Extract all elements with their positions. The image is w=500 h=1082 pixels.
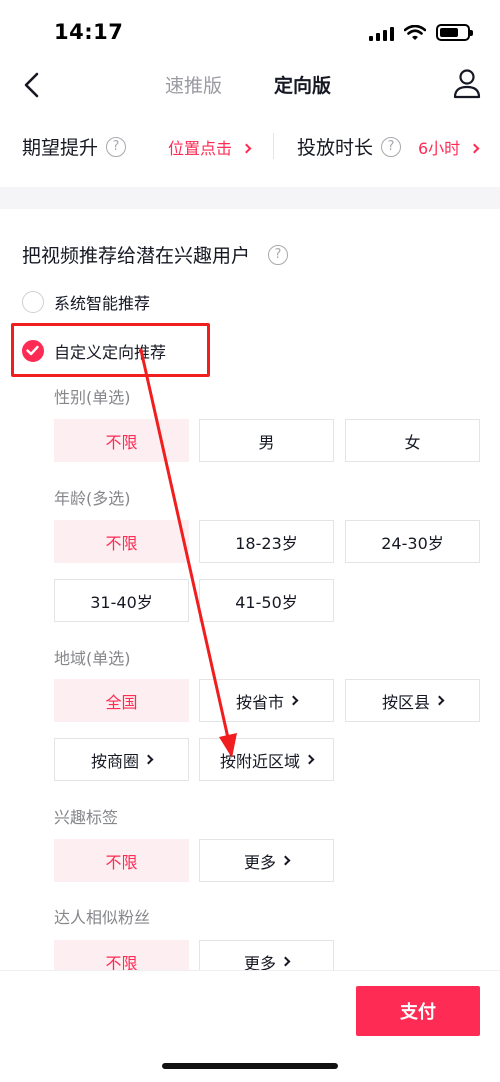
user-icon[interactable] (452, 68, 482, 100)
expect-value-selector[interactable]: 位置点击 (168, 135, 252, 159)
age-label: 年龄(多选) (54, 489, 131, 508)
status-icons (369, 24, 473, 41)
home-indicator (162, 1063, 338, 1069)
gender-label: 性别(单选) (54, 388, 131, 407)
help-icon[interactable]: ? (268, 245, 288, 265)
signal-icon (369, 25, 394, 41)
age-option-unlimited[interactable]: 不限 (54, 520, 189, 563)
option-label: 女 (404, 432, 421, 452)
gender-option-male[interactable]: 男 (199, 419, 334, 462)
similar-fans-label: 达人相似粉丝 (54, 908, 151, 927)
duration-value-selector[interactable]: 6小时 (418, 135, 480, 159)
age-option-31-40[interactable]: 31-40岁 (54, 579, 189, 622)
chevron-right-icon (288, 695, 299, 706)
region-label: 地域(单选) (54, 649, 131, 668)
option-label: 不限 (105, 852, 138, 872)
chevron-right-icon (241, 143, 252, 154)
option-label: 24-30岁 (381, 533, 444, 553)
duration-value: 6小时 (418, 139, 461, 158)
tab-targeted[interactable]: 定向版 (274, 71, 331, 98)
age-option-18-23[interactable]: 18-23岁 (199, 520, 334, 563)
chevron-right-icon (143, 754, 154, 765)
interest-label: 兴趣标签 (54, 808, 119, 827)
battery-icon (436, 24, 473, 41)
option-label: 全国 (105, 692, 138, 712)
radio-system-recommend[interactable]: 系统智能推荐 (22, 287, 150, 317)
expect-label: 期望提升 (22, 137, 99, 159)
region-option-business-circle[interactable]: 按商圈 (54, 738, 189, 781)
option-label: 男 (258, 432, 275, 452)
chevron-right-icon (304, 754, 315, 765)
status-time: 14:17 (54, 20, 124, 44)
option-label: 31-40岁 (90, 592, 153, 612)
region-option-province-city[interactable]: 按省市 (199, 679, 334, 722)
duration-label: 投放时长 (297, 137, 374, 159)
status-bar: 14:17 (0, 0, 500, 62)
chevron-right-icon (434, 695, 445, 706)
region-option-nearby[interactable]: 按附近区域 (199, 738, 334, 781)
option-label: 更多 (243, 852, 276, 872)
age-option-41-50[interactable]: 41-50岁 (199, 579, 334, 622)
interest-option-more[interactable]: 更多 (199, 839, 334, 882)
radio-unchecked-icon[interactable] (22, 291, 44, 313)
audience-title: 把视频推荐给潜在兴趣用户 (22, 241, 250, 268)
help-icon[interactable]: ? (106, 137, 126, 157)
chevron-right-icon (469, 143, 480, 154)
option-label: 按省市 (235, 692, 284, 712)
budget-row: 期望提升 ? 位置点击 投放时长 ? 6小时 (0, 118, 500, 174)
interest-option-unlimited[interactable]: 不限 (54, 839, 189, 882)
chevron-right-icon (280, 956, 291, 967)
gender-option-unlimited[interactable]: 不限 (54, 419, 189, 462)
audience-title-text: 把视频推荐给潜在兴趣用户 (22, 245, 251, 267)
expect-value: 位置点击 (168, 139, 233, 158)
nav-bar: 速推版 定向版 (0, 62, 500, 108)
option-label: 41-50岁 (235, 592, 298, 612)
tab-quick[interactable]: 速推版 (165, 71, 222, 98)
option-label: 不限 (105, 432, 138, 452)
age-option-24-30[interactable]: 24-30岁 (345, 520, 480, 563)
option-label: 按商圈 (90, 751, 139, 771)
annotation-highlight-box (11, 323, 210, 377)
gender-option-female[interactable]: 女 (345, 419, 480, 462)
option-label: 18-23岁 (235, 533, 298, 553)
section-separator (0, 187, 500, 209)
option-label: 不限 (105, 533, 138, 553)
pay-button[interactable]: 支付 (356, 986, 480, 1036)
region-option-nationwide[interactable]: 全国 (54, 679, 189, 722)
divider (273, 133, 274, 159)
radio-label: 系统智能推荐 (54, 294, 151, 313)
option-label: 按区县 (381, 692, 430, 712)
back-icon[interactable] (18, 70, 48, 100)
help-icon[interactable]: ? (381, 137, 401, 157)
option-label: 按附近区域 (219, 751, 300, 771)
chevron-right-icon (280, 855, 291, 866)
wifi-icon (404, 24, 426, 40)
region-option-district[interactable]: 按区县 (345, 679, 480, 722)
